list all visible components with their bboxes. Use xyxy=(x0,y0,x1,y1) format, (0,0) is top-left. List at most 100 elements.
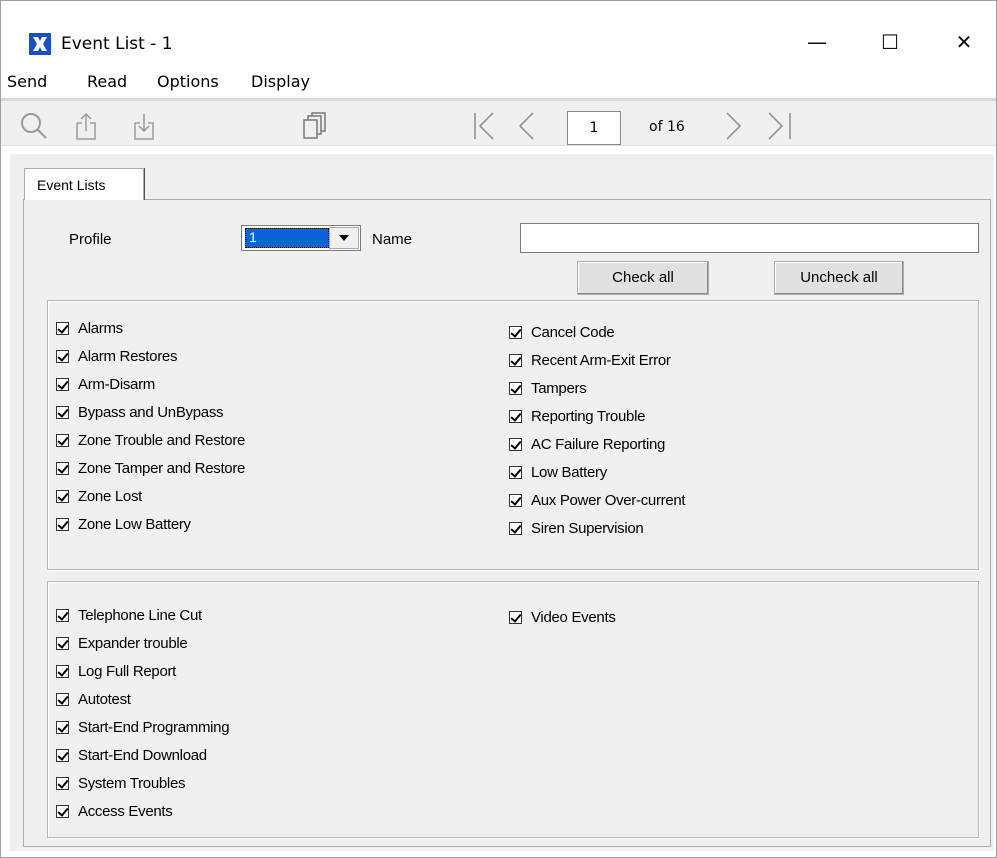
checkbox-checked-icon[interactable] xyxy=(56,748,69,762)
checkbox-label: Start-End Programming xyxy=(78,718,230,736)
page-count-label: of 16 xyxy=(649,119,685,135)
checkbox-reporting-trouble[interactable]: Reporting Trouble xyxy=(509,405,645,427)
checkbox-label: Siren Supervision xyxy=(531,519,644,537)
check-all-button[interactable]: Check all xyxy=(577,261,709,295)
last-page-icon[interactable] xyxy=(763,111,797,141)
checkbox-label: Zone Tamper and Restore xyxy=(78,459,246,477)
checkbox-checked-icon[interactable] xyxy=(56,405,69,419)
checkbox-checked-icon[interactable] xyxy=(56,720,69,734)
checkbox-tampers[interactable]: Tampers xyxy=(509,377,587,399)
checkbox-start-end-programming[interactable]: Start-End Programming xyxy=(56,716,230,738)
previous-page-icon[interactable] xyxy=(511,111,541,141)
first-page-icon[interactable] xyxy=(471,111,501,141)
checkbox-label: System Troubles xyxy=(78,774,186,792)
minimize-button[interactable]: — xyxy=(794,25,840,59)
window-title: Event List - 1 xyxy=(61,34,173,54)
toolbar xyxy=(1,98,996,146)
checkbox-checked-icon[interactable] xyxy=(56,636,69,650)
checkbox-checked-icon[interactable] xyxy=(509,409,522,423)
checkbox-label: Zone Lost xyxy=(78,487,143,505)
checkbox-checked-icon[interactable] xyxy=(56,377,69,391)
name-label: Name xyxy=(372,231,413,248)
checkbox-system-troubles[interactable]: System Troubles xyxy=(56,772,186,794)
menu-bar: Send Read Options Display xyxy=(1,67,996,93)
checkbox-arm-disarm[interactable]: Arm-Disarm xyxy=(56,373,155,395)
checkbox-label: Telephone Line Cut xyxy=(78,606,202,624)
checkbox-checked-icon[interactable] xyxy=(509,325,522,339)
app-logo-icon xyxy=(29,33,51,55)
checkbox-checked-icon[interactable] xyxy=(56,804,69,818)
checkbox-checked-icon[interactable] xyxy=(509,381,522,395)
checkbox-checked-icon[interactable] xyxy=(56,349,69,363)
checkbox-alarms[interactable]: Alarms xyxy=(56,317,123,339)
checkbox-checked-icon[interactable] xyxy=(56,664,69,678)
search-icon[interactable] xyxy=(19,111,49,141)
checkbox-autotest[interactable]: Autotest xyxy=(56,688,131,710)
checkbox-zone-trouble[interactable]: Zone Trouble and Restore xyxy=(56,429,245,451)
checkbox-zone-tamper[interactable]: Zone Tamper and Restore xyxy=(56,457,245,479)
checkbox-siren-supervision[interactable]: Siren Supervision xyxy=(509,517,644,539)
profile-label: Profile xyxy=(69,231,112,248)
checkbox-expander-trouble[interactable]: Expander trouble xyxy=(56,632,188,654)
checkbox-start-end-download[interactable]: Start-End Download xyxy=(56,744,207,766)
close-button[interactable]: ✕ xyxy=(941,25,987,59)
checkbox-label: Zone Low Battery xyxy=(78,515,191,533)
checkbox-checked-icon[interactable] xyxy=(509,353,522,367)
checkbox-checked-icon[interactable] xyxy=(509,610,522,624)
checkbox-label: Access Events xyxy=(78,802,173,820)
profile-select[interactable]: 1 xyxy=(241,225,361,251)
checkbox-telephone-line-cut[interactable]: Telephone Line Cut xyxy=(56,604,202,626)
checkbox-label: AC Failure Reporting xyxy=(531,435,666,453)
checkbox-checked-icon[interactable] xyxy=(56,608,69,622)
next-page-icon[interactable] xyxy=(719,111,749,141)
tab-event-lists[interactable]: Event Lists xyxy=(24,168,144,200)
checkbox-checked-icon[interactable] xyxy=(56,433,69,447)
checkbox-access-events[interactable]: Access Events xyxy=(56,800,173,822)
checkbox-label: Low Battery xyxy=(531,463,607,481)
checkbox-checked-icon[interactable] xyxy=(56,692,69,706)
checkbox-label: Start-End Download xyxy=(78,746,207,764)
checkbox-label: Cancel Code xyxy=(531,323,615,341)
maximize-button[interactable]: ☐ xyxy=(867,25,913,59)
profile-select-value: 1 xyxy=(245,228,329,248)
checkbox-bypass[interactable]: Bypass and UnBypass xyxy=(56,401,224,423)
send-upload-icon[interactable] xyxy=(73,111,99,141)
checkbox-checked-icon[interactable] xyxy=(509,493,522,507)
checkbox-checked-icon[interactable] xyxy=(509,437,522,451)
checkbox-label: Expander trouble xyxy=(78,634,188,652)
menu-options[interactable]: Options xyxy=(157,72,219,91)
checkbox-checked-icon[interactable] xyxy=(509,465,522,479)
checkbox-cancel-code[interactable]: Cancel Code xyxy=(509,321,615,343)
checkbox-label: Alarm Restores xyxy=(78,347,178,365)
checkbox-label: Video Events xyxy=(531,608,616,626)
checkbox-label: Aux Power Over-current xyxy=(531,491,686,509)
menu-send[interactable]: Send xyxy=(7,72,47,91)
checkbox-checked-icon[interactable] xyxy=(509,521,522,535)
checkbox-alarm-restores[interactable]: Alarm Restores xyxy=(56,345,177,367)
menu-display[interactable]: Display xyxy=(251,72,310,91)
checkbox-checked-icon[interactable] xyxy=(56,489,69,503)
copy-icon[interactable] xyxy=(301,111,327,141)
checkbox-ac-failure[interactable]: AC Failure Reporting xyxy=(509,433,665,455)
checkbox-video-events[interactable]: Video Events xyxy=(509,606,616,628)
checkbox-aux-power[interactable]: Aux Power Over-current xyxy=(509,489,686,511)
checkbox-low-battery[interactable]: Low Battery xyxy=(509,461,607,483)
checkbox-checked-icon[interactable] xyxy=(56,776,69,790)
checkbox-checked-icon[interactable] xyxy=(56,461,69,475)
checkbox-recent-arm-exit-error[interactable]: Recent Arm-Exit Error xyxy=(509,349,671,371)
checkbox-label: Recent Arm-Exit Error xyxy=(531,351,671,369)
checkbox-zone-lost[interactable]: Zone Lost xyxy=(56,485,142,507)
checkbox-checked-icon[interactable] xyxy=(56,517,69,531)
dropdown-arrow-icon[interactable] xyxy=(329,227,359,249)
read-download-icon[interactable] xyxy=(131,111,157,141)
page-number-input[interactable]: 1 xyxy=(567,111,621,145)
menu-read[interactable]: Read xyxy=(87,72,127,91)
title-bar[interactable]: Event List - 1 — ☐ ✕ xyxy=(1,1,996,63)
checkbox-label: Arm-Disarm xyxy=(78,375,155,393)
checkbox-log-full-report[interactable]: Log Full Report xyxy=(56,660,176,682)
name-input[interactable] xyxy=(520,223,979,253)
checkbox-checked-icon[interactable] xyxy=(56,321,69,335)
uncheck-all-button[interactable]: Uncheck all xyxy=(774,261,904,295)
checkbox-label: Zone Trouble and Restore xyxy=(78,431,246,449)
checkbox-zone-low-battery[interactable]: Zone Low Battery xyxy=(56,513,191,535)
